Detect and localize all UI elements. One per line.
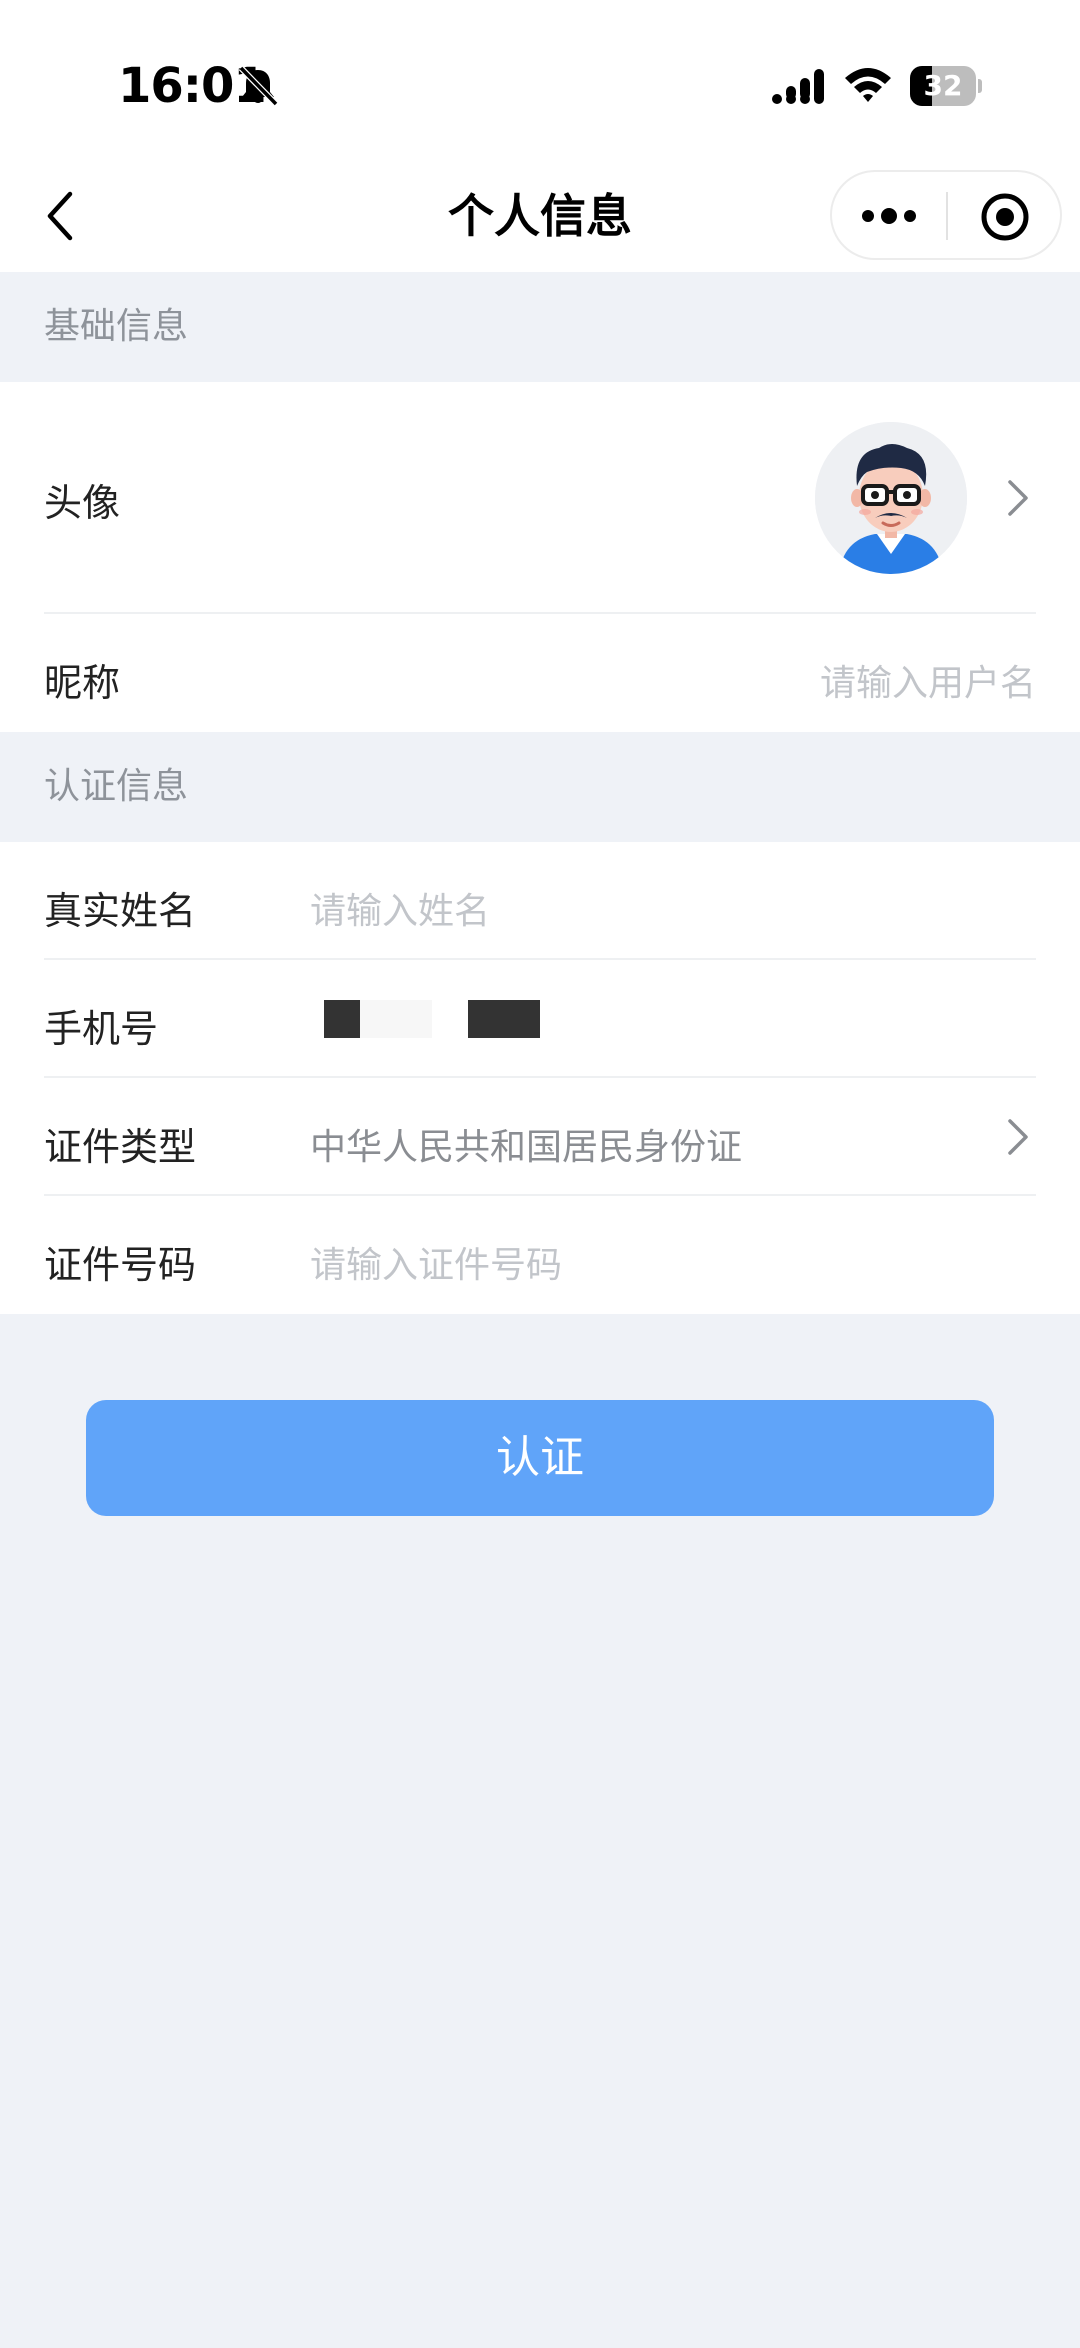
real-name-input[interactable]: 请输入姓名 [310, 882, 490, 934]
id-type-row[interactable]: 证件类型 中华人民共和国居民身份证 [0, 1078, 1080, 1196]
capsule-divider [946, 192, 948, 240]
id-number-label: 证件号码 [44, 1243, 197, 1287]
target-circle-icon[interactable] [980, 192, 1030, 242]
nickname-row: 昵称 请输入用户名 [0, 614, 1080, 732]
id-number-row: 证件号码 请输入证件号码 [0, 1196, 1080, 1314]
phone-label: 手机号 [44, 1007, 159, 1051]
chevron-right-icon [1008, 1119, 1028, 1155]
status-bar: 16:01 32 [0, 0, 1080, 160]
phone-redaction-block [360, 1000, 432, 1038]
mini-program-capsule [830, 170, 1062, 260]
auth-info-card: 真实姓名 请输入姓名 手机号 证件类型 中华人民共和国居民身份证 证件号码 请输… [0, 842, 1080, 1314]
id-type-value: 中华人民共和国居民身份证 [310, 1127, 743, 1168]
nickname-input[interactable]: 请输入用户名 [820, 654, 1036, 706]
nav-bar: 个人信息 [0, 160, 1080, 272]
id-type-label: 证件类型 [44, 1125, 197, 1169]
nickname-label: 昵称 [44, 661, 121, 705]
battery-level: 32 [923, 69, 963, 102]
avatar-illustration [815, 422, 967, 574]
battery-icon: 32 [910, 66, 982, 106]
real-name-row: 真实姓名 请输入姓名 [0, 842, 1080, 960]
wifi-icon [845, 68, 891, 102]
id-number-input[interactable]: 请输入证件号码 [310, 1236, 562, 1288]
section-header-basic: 基础信息 [0, 272, 1080, 382]
phone-redaction-block [468, 1000, 540, 1038]
bell-slash-icon [238, 65, 279, 107]
phone-redaction-block [324, 1000, 360, 1038]
chevron-right-icon [1008, 480, 1028, 516]
cellular-signal-icon [772, 69, 824, 104]
avatar-row[interactable]: 头像 [0, 382, 1080, 614]
real-name-label: 真实姓名 [44, 889, 197, 933]
basic-info-card: 头像 昵称 请输入用户名 [0, 382, 1080, 732]
avatar[interactable] [815, 422, 967, 574]
phone-row: 手机号 [0, 960, 1080, 1078]
avatar-label: 头像 [44, 481, 121, 525]
more-dots-icon[interactable] [858, 192, 920, 240]
section-header-auth: 认证信息 [0, 732, 1080, 842]
verify-button[interactable]: 认证 [86, 1400, 994, 1516]
